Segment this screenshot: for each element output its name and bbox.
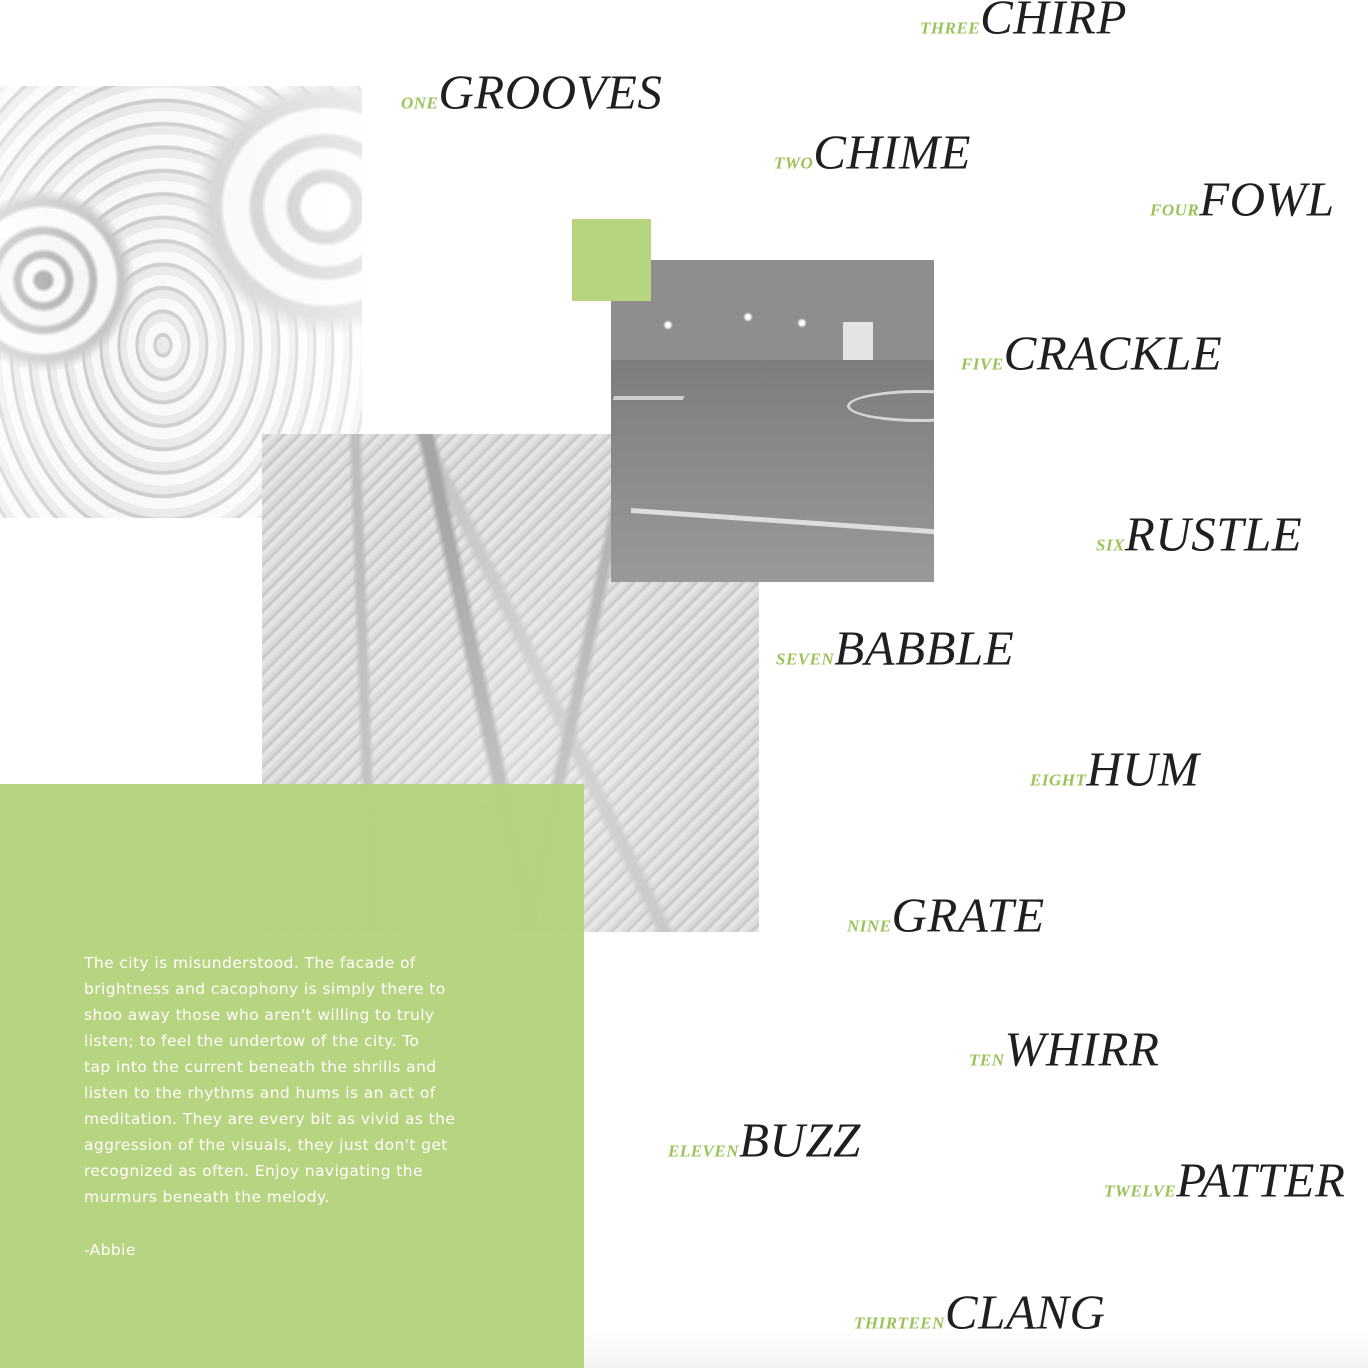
essay-line: listen to the rhythms and hums is an act… bbox=[84, 1084, 436, 1102]
sound-word: GRATE bbox=[891, 887, 1045, 943]
essay-line: aggression of the visuals, they just don… bbox=[84, 1136, 448, 1154]
sound-item-three: threeCHIRP bbox=[920, 0, 1127, 46]
sound-word: RUSTLE bbox=[1124, 506, 1303, 562]
sound-word: WHIRR bbox=[1004, 1021, 1160, 1077]
essay-line: murmurs beneath the melody. bbox=[84, 1188, 330, 1206]
sound-number: eleven bbox=[668, 1141, 740, 1161]
essay-signature: -Abbie bbox=[84, 1241, 136, 1259]
sound-item-ten: tenWHIRR bbox=[969, 1021, 1159, 1078]
sound-number: seven bbox=[776, 649, 835, 669]
essay-line: shoo away those who aren't willing to tr… bbox=[84, 1006, 435, 1024]
night-street-image bbox=[611, 260, 934, 582]
sound-number: one bbox=[401, 93, 439, 113]
sound-word: HUM bbox=[1086, 741, 1200, 797]
sound-number: five bbox=[961, 354, 1004, 374]
sound-item-eight: eightHUM bbox=[1030, 741, 1199, 798]
sound-word: CHIRP bbox=[980, 0, 1127, 45]
sound-word: BABBLE bbox=[834, 620, 1015, 676]
sound-word: CRACKLE bbox=[1003, 325, 1223, 381]
essay-line: recognized as often. Enjoy navigating th… bbox=[84, 1162, 423, 1180]
sound-word: BUZZ bbox=[739, 1112, 861, 1168]
sound-item-twelve: twelvePATTER bbox=[1104, 1152, 1345, 1209]
essay-line: tap into the current beneath the shrills… bbox=[84, 1058, 437, 1076]
street-curb bbox=[611, 396, 685, 414]
sound-number: four bbox=[1150, 200, 1200, 220]
street-light bbox=[797, 318, 807, 328]
sound-number: three bbox=[920, 18, 981, 38]
sound-item-four: fourFOWL bbox=[1150, 171, 1335, 228]
sound-item-one: oneGROOVES bbox=[401, 64, 662, 121]
sound-number: two bbox=[774, 153, 814, 173]
green-accent-square bbox=[572, 219, 651, 301]
sound-item-five: fiveCRACKLE bbox=[961, 325, 1222, 382]
sound-item-seven: sevenBABBLE bbox=[776, 620, 1014, 677]
sound-number: ten bbox=[969, 1050, 1005, 1070]
sound-item-eleven: elevenBUZZ bbox=[668, 1112, 861, 1169]
bottom-fade bbox=[584, 1328, 1368, 1368]
street-light bbox=[743, 312, 753, 322]
street-light bbox=[663, 320, 673, 330]
lit-building bbox=[843, 322, 873, 360]
essay-line: listen; to feel the undertow of the city… bbox=[84, 1032, 420, 1050]
essay-line: brightness and cacophony is simply there… bbox=[84, 980, 446, 998]
essay-line: The city is misunderstood. The facade of bbox=[84, 954, 416, 972]
sound-item-six: sixRUSTLE bbox=[1096, 506, 1302, 563]
sound-item-nine: nineGRATE bbox=[847, 887, 1045, 944]
sound-number: nine bbox=[847, 916, 892, 936]
essay-line: meditation. They are every bit as vivid … bbox=[84, 1110, 456, 1128]
sound-word: FOWL bbox=[1199, 171, 1335, 227]
essay-text: The city is misunderstood. The facade of… bbox=[84, 950, 464, 1210]
sound-word: PATTER bbox=[1176, 1152, 1346, 1208]
sound-number: six bbox=[1096, 535, 1125, 555]
sound-number: twelve bbox=[1104, 1181, 1177, 1201]
sound-word: CHIME bbox=[813, 124, 971, 180]
sound-word: GROOVES bbox=[438, 64, 663, 120]
sound-number: eight bbox=[1030, 770, 1087, 790]
sound-item-two: twoCHIME bbox=[774, 124, 971, 181]
